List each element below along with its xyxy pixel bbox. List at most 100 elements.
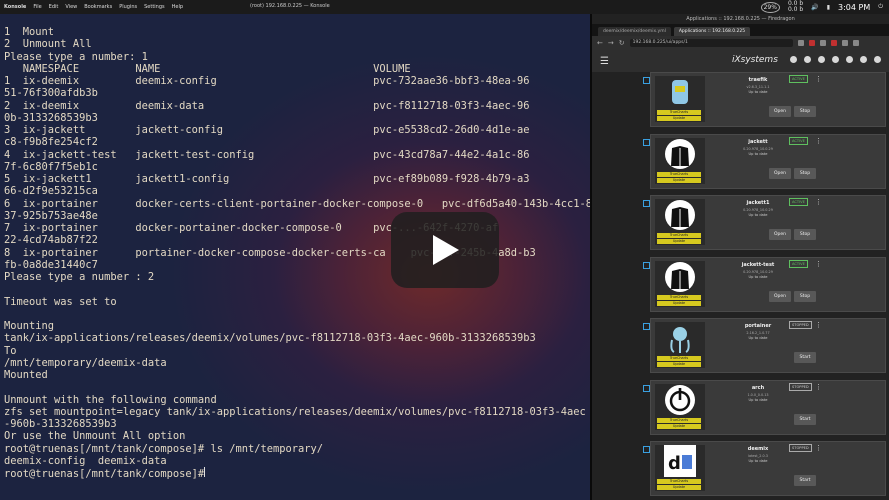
- more-options-icon[interactable]: ⋮: [815, 383, 822, 391]
- start-button[interactable]: Start: [794, 475, 816, 486]
- top-taskbar: Konsole File Edit View Bookmarks Plugins…: [0, 0, 889, 14]
- open-button[interactable]: Open: [769, 167, 791, 179]
- url-bar: ← → ↻ 192.168.0.225/ui/apps/1: [592, 36, 889, 50]
- app-select-checkbox[interactable]: [643, 200, 650, 207]
- app-card-deemix: d TrueCharts Update deemix latest_2.0.3 Up to…: [643, 441, 886, 496]
- app-update-status: Up to date: [748, 151, 768, 156]
- account-icon[interactable]: [860, 56, 867, 63]
- status-badge: ACTIVE: [789, 198, 808, 206]
- extension-icon[interactable]: [841, 40, 848, 46]
- open-button[interactable]: Open: [769, 106, 791, 117]
- battery-icon[interactable]: ▮: [827, 4, 830, 11]
- app-card-jackett1: TrueCharts Update jackett1 0.20.978_10.0.29…: [643, 195, 886, 250]
- battery-indicator: 29%: [760, 1, 780, 13]
- power-icon[interactable]: ⏻: [878, 3, 883, 11]
- alerts-icon[interactable]: [846, 56, 853, 63]
- menu-bookmarks[interactable]: Bookmarks: [84, 4, 112, 10]
- notes-icon[interactable]: [818, 56, 825, 63]
- app-select-checkbox[interactable]: [643, 77, 650, 84]
- menu-plugins[interactable]: Plugins: [119, 4, 137, 10]
- menu-help[interactable]: Help: [172, 4, 183, 10]
- extension-icon[interactable]: [830, 40, 837, 46]
- truecharts-button[interactable]: TrueCharts: [657, 479, 701, 484]
- extension-icon[interactable]: [808, 40, 815, 46]
- address-input[interactable]: 192.168.0.225/ui/apps/1: [629, 39, 793, 47]
- truecharts-button[interactable]: TrueCharts: [657, 294, 701, 300]
- app-select-checkbox[interactable]: [643, 446, 650, 453]
- menu-icon[interactable]: [852, 40, 859, 46]
- video-play-button[interactable]: [391, 212, 499, 288]
- app-name: arch: [751, 384, 765, 391]
- tab-applications[interactable]: Applications :: 192.168.0.225: [673, 27, 751, 36]
- update-button[interactable]: Update: [657, 239, 701, 244]
- hamburger-menu-icon[interactable]: ☰: [600, 56, 609, 67]
- stop-button[interactable]: Stop: [794, 229, 816, 240]
- more-options-icon[interactable]: ⋮: [815, 198, 822, 206]
- menu-settings[interactable]: Settings: [144, 4, 165, 10]
- terminal-line: 3 ix-jackett jackett-config pvc-e5538cd2…: [4, 124, 530, 136]
- menu-file[interactable]: File: [33, 4, 41, 10]
- reload-icon[interactable]: ↻: [619, 39, 625, 47]
- status-badge: STOPPED: [789, 321, 812, 329]
- app-name: Konsole: [4, 4, 27, 10]
- update-button[interactable]: Update: [657, 362, 701, 367]
- update-button[interactable]: Update: [657, 423, 701, 429]
- power-icon[interactable]: [874, 56, 881, 63]
- terminal-line: 0b-3133268539b3: [4, 111, 98, 124]
- back-icon[interactable]: ←: [597, 39, 603, 47]
- update-button[interactable]: Update: [657, 116, 701, 121]
- stop-button[interactable]: Stop: [794, 106, 816, 117]
- brand-logo: iXsystems: [732, 55, 778, 65]
- system-tray: 29% 0.0 b 0.0 b 🔊 ▮ 3:04 PM ⏻: [760, 0, 883, 14]
- app-icon-box: TrueCharts Update: [655, 260, 705, 307]
- forward-icon[interactable]: →: [608, 39, 614, 47]
- app-name: portainer: [744, 323, 772, 329]
- tab-deemix-yml[interactable]: deemix/deemix/deemix.yml: [598, 27, 671, 36]
- app-select-checkbox[interactable]: [643, 138, 650, 146]
- app-icon-box: TrueCharts Update: [655, 137, 705, 184]
- app-icon-box: TrueCharts Update: [655, 383, 705, 430]
- truecharts-button[interactable]: TrueCharts: [657, 171, 701, 177]
- audio-icon[interactable]: 🔊: [811, 4, 818, 11]
- terminal-line: Timeout was set to: [4, 295, 117, 308]
- terminal-line: Please type a number : 2: [4, 271, 155, 283]
- more-options-icon[interactable]: ⋮: [815, 444, 822, 452]
- truecommand-icon[interactable]: [790, 56, 797, 63]
- menu-view[interactable]: View: [65, 4, 77, 10]
- open-button[interactable]: Open: [769, 229, 791, 240]
- update-button[interactable]: Update: [657, 485, 701, 490]
- more-options-icon[interactable]: ⋮: [815, 75, 822, 83]
- start-button[interactable]: Start: [794, 352, 816, 363]
- terminal-window[interactable]: 1 Mount 2 Unmount All Please type a numb…: [0, 14, 590, 500]
- power-icon: [664, 384, 696, 416]
- tasks-icon[interactable]: [832, 56, 839, 63]
- app-version: 2.16.2_1.0.77: [746, 331, 770, 335]
- directory-icon[interactable]: [804, 56, 811, 63]
- extension-icon[interactable]: [797, 40, 804, 46]
- update-button[interactable]: Update: [657, 300, 701, 306]
- truecharts-button[interactable]: TrueCharts: [657, 356, 701, 361]
- stop-button[interactable]: Stop: [794, 290, 816, 302]
- terminal-line: 37-925b753ae48e: [4, 209, 98, 222]
- more-options-icon[interactable]: ⋮: [815, 321, 822, 329]
- app-select-checkbox[interactable]: [643, 323, 650, 330]
- app-select-checkbox[interactable]: [643, 261, 650, 269]
- menu-edit[interactable]: Edit: [49, 4, 59, 10]
- start-button[interactable]: Start: [794, 413, 816, 425]
- more-options-icon[interactable]: ⋮: [815, 260, 822, 268]
- truecharts-button[interactable]: TrueCharts: [657, 233, 701, 238]
- app-name: deemix: [747, 446, 769, 452]
- open-button[interactable]: Open: [769, 290, 791, 302]
- more-options-icon[interactable]: ⋮: [815, 137, 822, 145]
- truecharts-button[interactable]: TrueCharts: [657, 417, 701, 423]
- terminal-line: /mnt/temporary/deemix-data: [4, 356, 167, 369]
- stop-button[interactable]: Stop: [794, 167, 816, 179]
- update-button[interactable]: Update: [657, 177, 701, 183]
- app-select-checkbox[interactable]: [643, 384, 650, 392]
- truecharts-button[interactable]: TrueCharts: [657, 110, 701, 115]
- terminal-line: Or use the Unmount All option: [4, 430, 186, 443]
- app-name: jackett1: [746, 200, 770, 206]
- extension-icon[interactable]: [819, 40, 826, 46]
- network-speed: 0.0 b 0.0 b: [788, 1, 803, 13]
- app-version: 1.0.0_0.0.13: [747, 392, 769, 397]
